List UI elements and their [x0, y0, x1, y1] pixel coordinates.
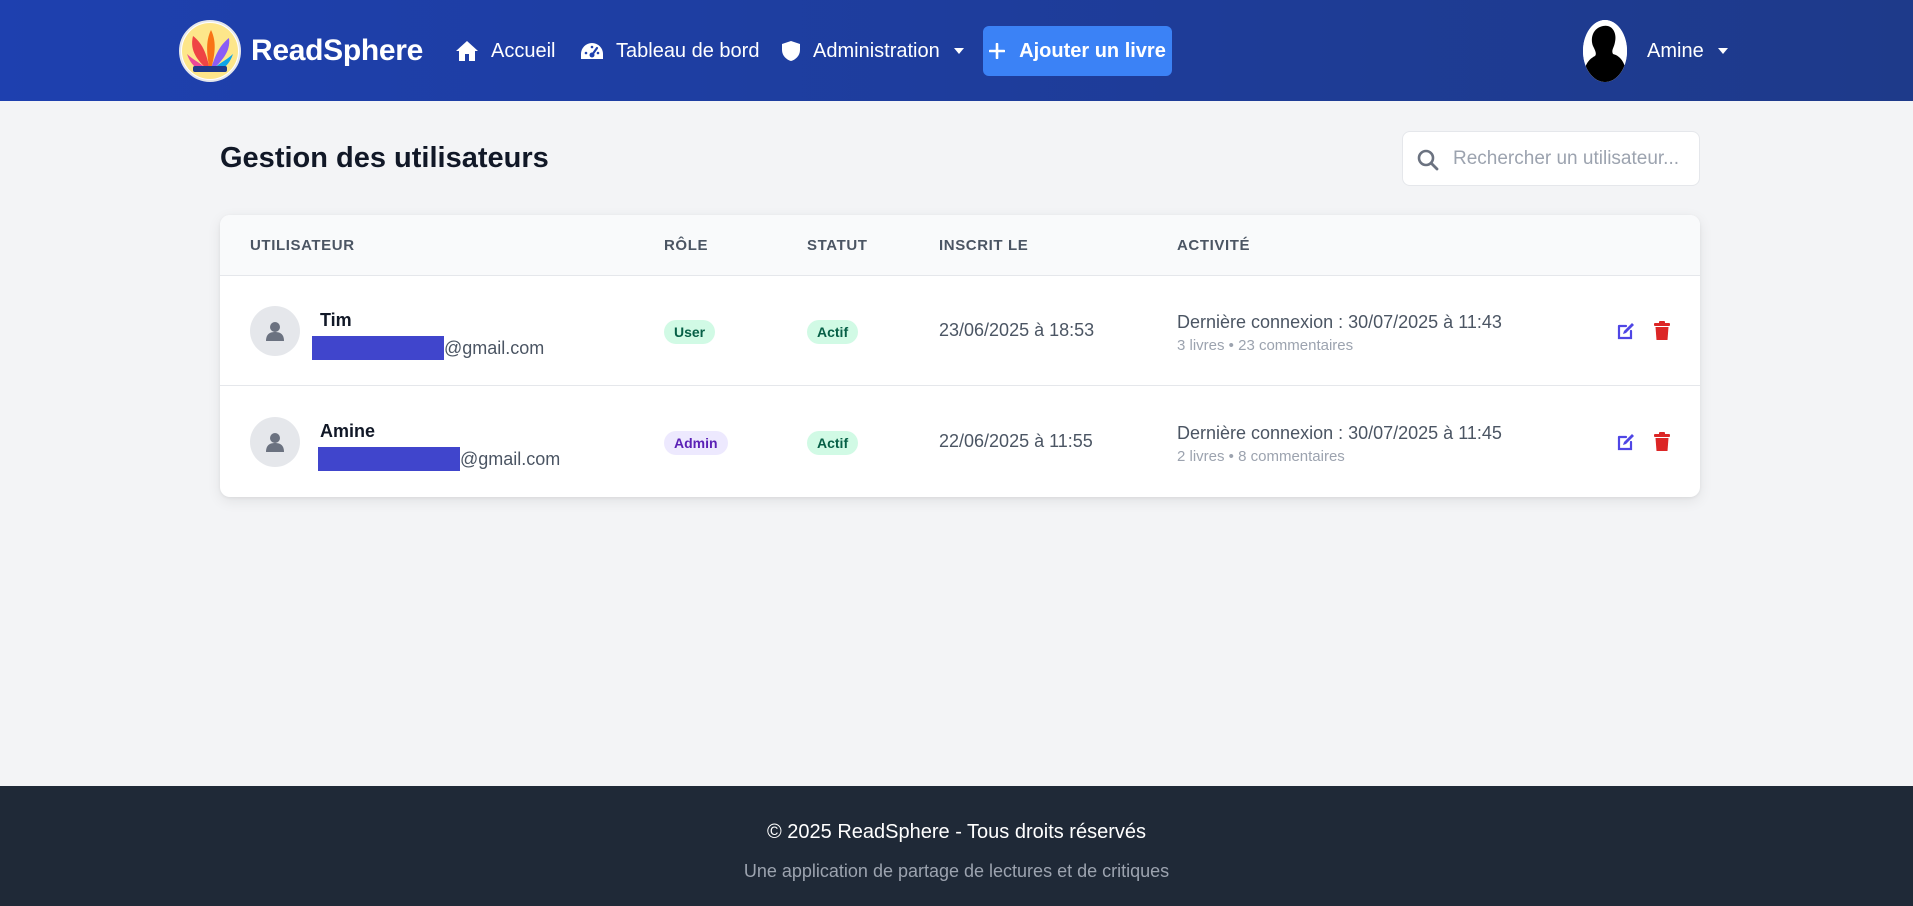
home-icon [456, 41, 478, 61]
footer: © 2025 ReadSphere - Tous droits réservés… [0, 786, 1913, 906]
col-header-activity: ACTIVITÉ [1177, 237, 1251, 254]
edit-button[interactable] [1615, 320, 1637, 342]
user-icon [266, 433, 284, 452]
col-header-user: UTILISATEUR [250, 237, 355, 254]
table-row: Amine @gmail.com Admin Actif 22/06/2025 … [220, 387, 1700, 497]
email-domain: @gmail.com [460, 448, 561, 469]
role-badge: Admin [664, 431, 728, 455]
avatar [1583, 20, 1627, 82]
activity-stats: 2 livres • 8 commentaires [1177, 448, 1345, 465]
table-header: UTILISATEUR RÔLE STATUT INSCRIT LE ACTIV… [220, 215, 1700, 276]
edit-icon [1617, 434, 1634, 451]
dashboard-icon [581, 43, 603, 59]
footer-tagline: Une application de partage de lectures e… [743, 861, 1170, 881]
status-badge: Actif [807, 320, 859, 344]
redacted-block [312, 336, 444, 360]
nav-admin-dropdown[interactable]: Administration [781, 34, 964, 68]
plus-icon [989, 43, 1006, 59]
shield-icon [782, 41, 800, 61]
chevron-down-icon [1717, 48, 1728, 54]
navbar: ReadSphere Accueil Tableau de bord Admin… [0, 0, 1913, 101]
registered-date: 22/06/2025 à 11:55 [939, 431, 1093, 451]
delete-button[interactable] [1651, 431, 1673, 453]
search-input[interactable] [1453, 132, 1693, 185]
redacted-block [318, 447, 460, 471]
user-menu[interactable]: Amine [1583, 20, 1728, 82]
table-row: Tim @gmail.com User Actif 23/06/2025 à 1… [220, 276, 1700, 386]
last-login: Dernière connexion : 30/07/2025 à 11:45 [1177, 423, 1502, 443]
brand-name: ReadSphere [251, 34, 424, 67]
user-name: Amine [320, 421, 376, 441]
col-header-role: RÔLE [664, 237, 709, 254]
trash-icon [1654, 432, 1670, 451]
nav-home-label: Accueil [491, 39, 556, 62]
user-avatar [250, 306, 300, 356]
footer-copyright: © 2025 ReadSphere - Tous droits réservés [766, 821, 1146, 843]
delete-button[interactable] [1651, 320, 1673, 342]
last-login: Dernière connexion : 30/07/2025 à 11:43 [1177, 312, 1502, 332]
page-title: Gestion des utilisateurs [220, 142, 549, 174]
status-badge: Actif [807, 431, 859, 455]
add-book-button[interactable]: Ajouter un livre [983, 26, 1172, 76]
nav-home[interactable]: Accueil [455, 34, 555, 68]
edit-button[interactable] [1615, 431, 1637, 453]
nav-admin-label: Administration [813, 39, 940, 62]
email-domain: @gmail.com [444, 337, 545, 358]
nav-dashboard[interactable]: Tableau de bord [580, 34, 759, 68]
trash-icon [1654, 321, 1670, 340]
registered-date: 23/06/2025 à 18:53 [939, 320, 1095, 340]
user-name: Amine [1647, 39, 1704, 62]
brand-link[interactable]: ReadSphere [179, 20, 423, 82]
user-email: @gmail.com [318, 447, 560, 471]
brand-logo [179, 20, 241, 82]
role-badge: User [664, 320, 716, 344]
search-icon [1417, 149, 1439, 171]
user-icon [266, 322, 284, 341]
activity-stats: 3 livres • 23 commentaires [1177, 337, 1354, 354]
chevron-down-icon [953, 48, 964, 54]
users-table: UTILISATEUR RÔLE STATUT INSCRIT LE ACTIV… [220, 215, 1700, 497]
col-header-status: STATUT [807, 237, 868, 254]
col-header-registered: INSCRIT LE [939, 237, 1029, 254]
search-box [1402, 131, 1700, 186]
nav-dashboard-label: Tableau de bord [616, 39, 760, 62]
edit-icon [1617, 323, 1634, 340]
user-email: @gmail.com [312, 336, 544, 360]
add-book-label: Ajouter un livre [1019, 39, 1166, 62]
user-name: Tim [320, 310, 352, 330]
user-avatar [250, 417, 300, 467]
